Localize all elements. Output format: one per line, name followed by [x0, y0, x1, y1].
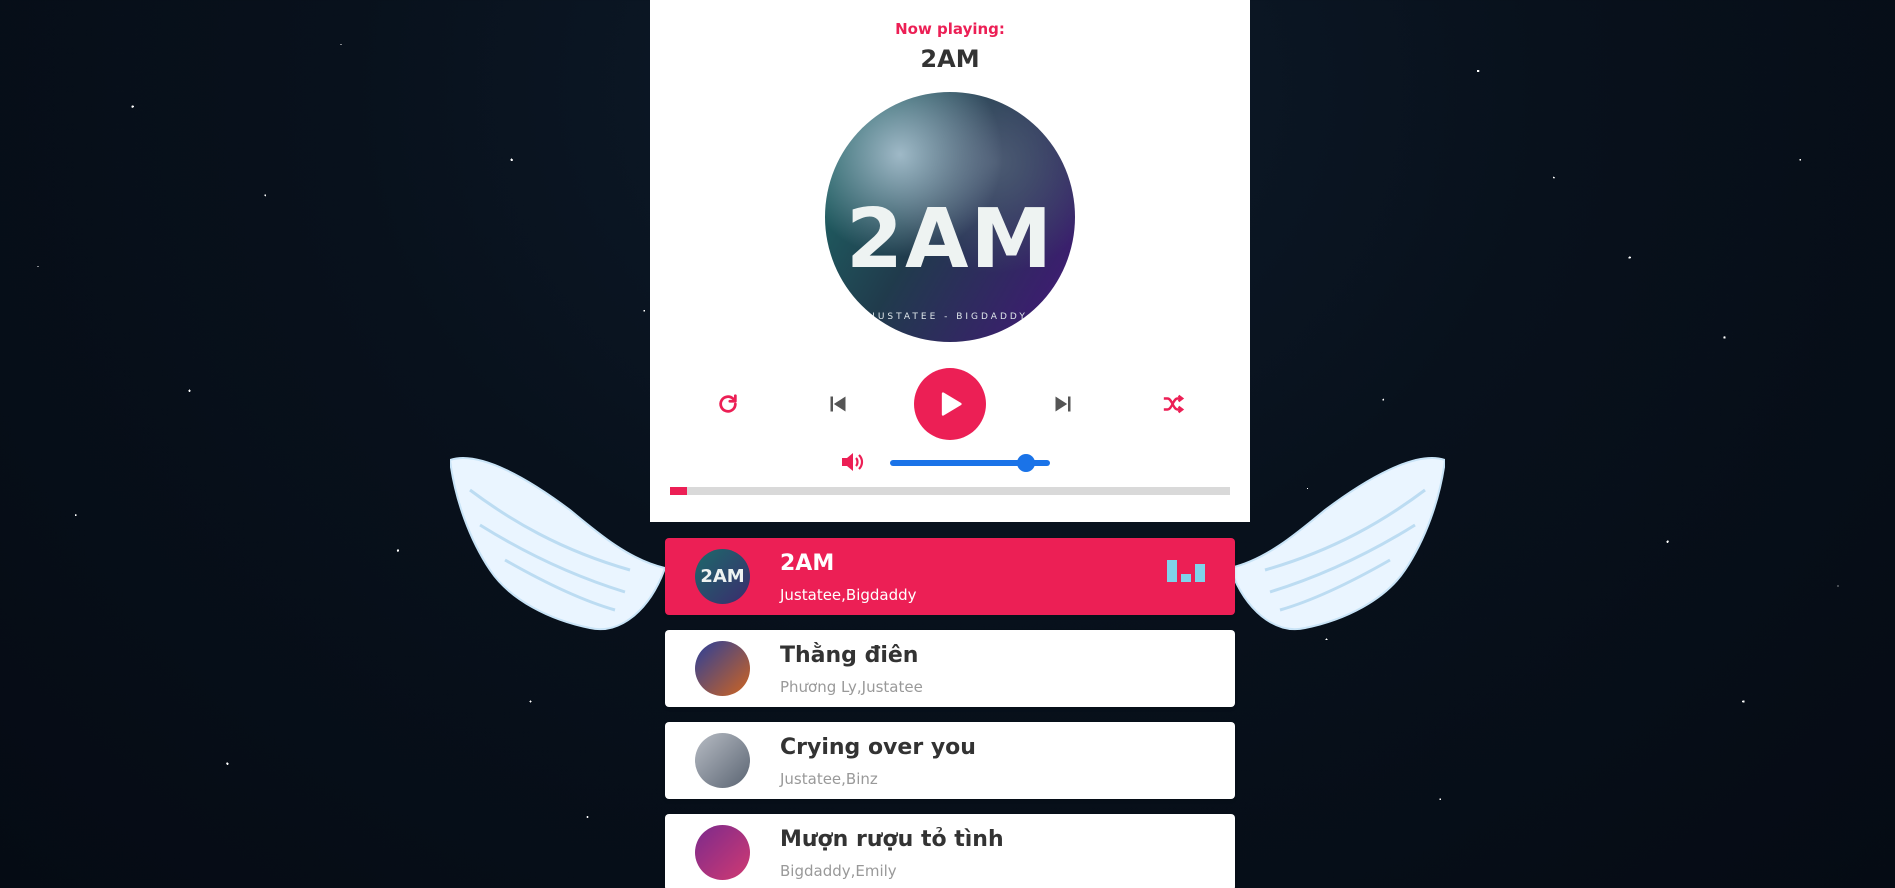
- playlist-item[interactable]: Mượn rượu tỏ tình Bigdaddy,Emily: [665, 814, 1235, 888]
- equalizer-icon: [1167, 560, 1205, 582]
- song-thumbnail: [695, 641, 750, 696]
- volume-slider-thumb[interactable]: [1017, 454, 1035, 472]
- song-thumbnail: 2AM: [695, 549, 750, 604]
- playlist-item[interactable]: 2AM 2AM Justatee,Bigdaddy: [665, 538, 1235, 615]
- song-title: Mượn rượu tỏ tình: [780, 827, 1004, 852]
- left-wing-decoration: [450, 457, 665, 631]
- playback-controls: [650, 368, 1250, 440]
- song-title: Thằng điên: [780, 643, 919, 668]
- song-artist: Justatee,Binz: [780, 770, 878, 788]
- album-cover-subtext: JUSTATEE - BIGDADDY: [872, 312, 1028, 322]
- play-icon: [941, 392, 962, 416]
- song-progress-bar[interactable]: [670, 487, 1230, 495]
- song-thumbnail-text: 2AM: [700, 566, 745, 587]
- song-artist: Bigdaddy,Emily: [780, 862, 897, 880]
- previous-icon: [830, 396, 846, 412]
- song-thumbnail: [695, 733, 750, 788]
- song-artist: Phương Ly,Justatee: [780, 678, 923, 696]
- volume-icon: [842, 453, 864, 471]
- album-cover-text: 2AM: [845, 192, 1055, 287]
- volume-control: [840, 450, 1070, 474]
- now-playing-label: Now playing:: [895, 20, 1005, 38]
- repeat-button[interactable]: [710, 386, 746, 422]
- volume-button[interactable]: [840, 450, 866, 474]
- next-icon: [1055, 396, 1071, 412]
- album-cover-disc: 2AM JUSTATEE - BIGDADDY: [825, 92, 1075, 342]
- repeat-icon: [719, 394, 737, 413]
- shuffle-button[interactable]: [1155, 386, 1191, 422]
- volume-slider[interactable]: [890, 454, 1050, 472]
- song-title: Crying over you: [780, 735, 976, 760]
- playlist: 2AM 2AM Justatee,Bigdaddy Thằng điên Phương …: [665, 538, 1235, 888]
- playlist-item[interactable]: Crying over you Justatee,Binz: [665, 722, 1235, 799]
- music-player: Now playing: 2AM 2AM JUSTATEE - BIGDADDY: [650, 0, 1250, 522]
- playlist-item[interactable]: Thằng điên Phương Ly,Justatee: [665, 630, 1235, 707]
- shuffle-icon: [1163, 394, 1185, 414]
- song-title: 2AM: [780, 551, 835, 576]
- previous-button[interactable]: [820, 386, 856, 422]
- current-song-title: 2AM: [920, 45, 980, 73]
- play-button[interactable]: [914, 368, 986, 440]
- song-thumbnail: [695, 825, 750, 880]
- song-progress-fill: [670, 487, 687, 495]
- right-wing-decoration: [1230, 457, 1445, 631]
- next-button[interactable]: [1045, 386, 1081, 422]
- song-artist: Justatee,Bigdaddy: [780, 586, 917, 604]
